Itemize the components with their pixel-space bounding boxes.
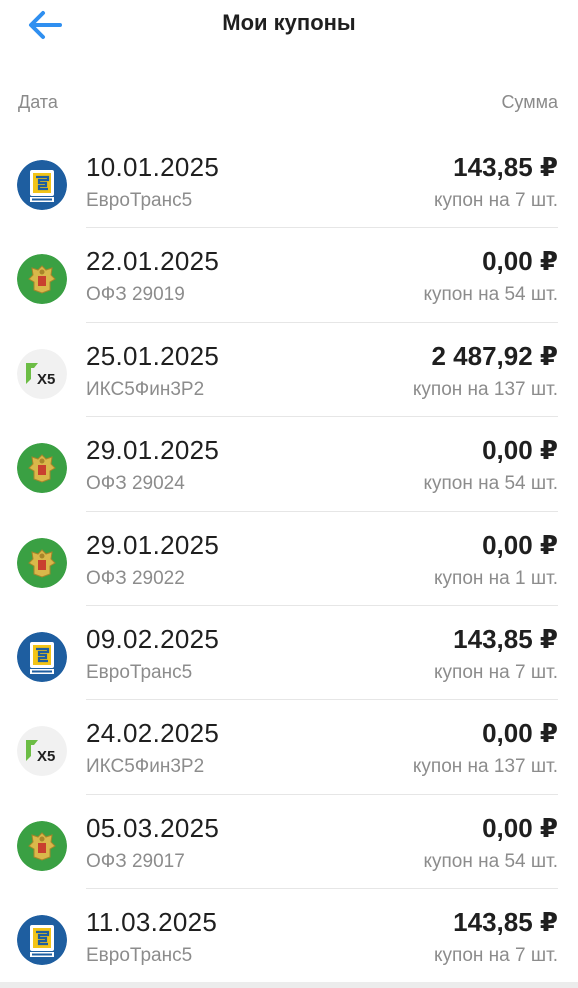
column-header-date: Дата xyxy=(18,92,58,112)
bond-name: ОФЗ 29017 xyxy=(86,850,185,872)
coupon-row[interactable]: 05.03.2025 ОФЗ 29017 0,00 ₽ купон на 54 шт. xyxy=(0,795,578,890)
coupon-date: 25.01.2025 xyxy=(86,340,220,371)
bottom-edge xyxy=(0,982,578,988)
ofz-emblem-logo xyxy=(17,820,67,871)
coupon-quantity: купон на 7 шт. xyxy=(434,945,558,967)
coupon-quantity: купон на 7 шт. xyxy=(434,190,558,211)
coupon-quantity: купон на 54 шт. xyxy=(423,284,558,306)
column-header-sum: Сумма xyxy=(501,92,558,112)
bond-name: ИКС5Фин3Р2 xyxy=(86,756,205,778)
coupon-row[interactable]: 10.01.2025 ЕвроТранс5 143,85 ₽ купон на 7 ш… xyxy=(0,134,578,229)
coupon-date: 11.03.2025 xyxy=(86,907,218,938)
coupon-date: 29.01.2025 xyxy=(86,529,220,560)
coupon-amount: 143,85 ₽ xyxy=(453,152,558,182)
eurotrans-logo xyxy=(17,631,67,682)
coupon-row[interactable]: X5 25.01.2025 ИКС5Фин3Р2 2 487,92 ₽ купон на… xyxy=(0,323,578,418)
eurotrans-logo xyxy=(17,160,67,210)
coupon-date: 10.01.2025 xyxy=(86,152,220,182)
bond-name: ЕвроТранс5 xyxy=(86,190,193,211)
coupon-quantity: купон на 7 шт. xyxy=(434,661,558,683)
coupon-date: 29.01.2025 xyxy=(86,435,220,466)
coupon-amount: 0,00 ₽ xyxy=(482,435,558,466)
x5-logo: X5 xyxy=(17,726,67,777)
bond-name: ОФЗ 29024 xyxy=(86,473,185,495)
coupon-date: 09.02.2025 xyxy=(86,623,220,654)
bond-name: ЕвроТранс5 xyxy=(86,945,193,967)
ofz-emblem-logo xyxy=(17,254,67,305)
eurotrans-logo xyxy=(17,915,67,966)
bond-name: ОФЗ 29022 xyxy=(86,567,185,589)
coupon-quantity: купон на 137 шт. xyxy=(412,756,558,778)
coupon-row[interactable]: 29.01.2025 ОФЗ 29022 0,00 ₽ купон на 1 шт. xyxy=(0,512,578,606)
bond-name: ЕвроТранс5 xyxy=(86,661,193,683)
coupon-quantity: купон на 54 шт. xyxy=(423,473,558,495)
coupon-date: 22.01.2025 xyxy=(86,246,220,277)
svg-text:X5: X5 xyxy=(37,371,55,388)
coupon-row[interactable]: 29.01.2025 ОФЗ 29024 0,00 ₽ купон на 54 шт. xyxy=(0,417,578,512)
coupon-amount: 2 487,92 ₽ xyxy=(431,340,558,371)
coupon-amount: 143,85 ₽ xyxy=(453,907,558,938)
coupon-row[interactable]: X5 24.02.2025 ИКС5Фин3Р2 0,00 ₽ купон на 137… xyxy=(0,700,578,795)
top-app-bar: Мои купоны xyxy=(0,0,578,60)
coupon-amount: 0,00 ₽ xyxy=(482,718,558,749)
coupon-row[interactable]: 22.01.2025 ОФЗ 29019 0,00 ₽ купон на 54 шт. xyxy=(0,228,578,323)
coupon-amount: 0,00 ₽ xyxy=(482,812,558,843)
coupon-amount: 0,00 ₽ xyxy=(482,529,558,560)
coupon-date: 24.02.2025 xyxy=(86,718,220,749)
coupon-quantity: купон на 1 шт. xyxy=(434,567,558,589)
svg-text:X5: X5 xyxy=(37,748,55,765)
ofz-emblem-logo xyxy=(17,537,67,588)
bond-name: ОФЗ 29019 xyxy=(86,284,185,306)
coupon-row[interactable]: 09.02.2025 ЕвроТранс5 143,85 ₽ купон на 7 ш… xyxy=(0,606,578,701)
coupon-quantity: купон на 137 шт. xyxy=(412,378,558,400)
coupon-date: 05.03.2025 xyxy=(86,812,220,843)
coupon-quantity: купон на 54 шт. xyxy=(423,850,558,872)
bond-name: ИКС5Фин3Р2 xyxy=(86,378,205,400)
coupon-row[interactable]: 11.03.2025 ЕвроТранс5 143,85 ₽ купон на 7 ш… xyxy=(0,889,578,984)
ofz-emblem-logo xyxy=(17,443,67,494)
x5-logo: X5 xyxy=(17,348,67,399)
page-title: Мои купоны xyxy=(222,10,356,35)
coupon-list: 10.01.2025 ЕвроТранс5 143,85 ₽ купон на 7 ш… xyxy=(0,134,578,984)
coupon-amount: 0,00 ₽ xyxy=(482,246,558,277)
coupon-amount: 143,85 ₽ xyxy=(453,623,558,654)
